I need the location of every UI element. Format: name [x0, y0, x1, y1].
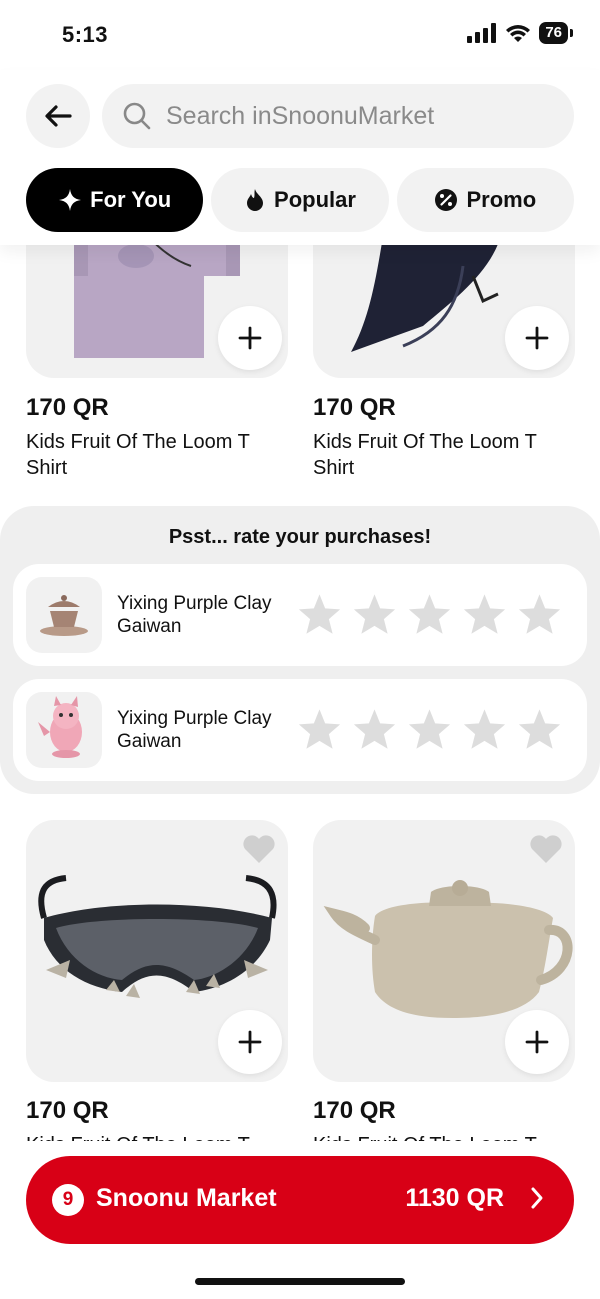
star-icon[interactable]: [462, 592, 507, 636]
product-card-image[interactable]: [313, 820, 575, 1082]
header: Search inSnoonuMarket For You Popular Pr…: [0, 70, 600, 245]
rate-item-name: Yixing Purple Clay Gaiwan: [117, 593, 272, 637]
rate-item-thumbnail: [26, 577, 102, 653]
wifi-icon: [506, 25, 531, 42]
cart-checkout-bar[interactable]: 9 Snoonu Market 1130 QR: [26, 1156, 574, 1244]
home-indicator: [195, 1278, 405, 1285]
favorite-button[interactable]: [242, 834, 276, 869]
plus-icon: [238, 326, 262, 350]
sparkle-icon: [59, 189, 82, 211]
plus-icon: [525, 326, 549, 350]
rate-item: Yixing Purple Clay Gaiwan: [13, 564, 587, 666]
product-price: 170 QR: [26, 394, 109, 421]
add-to-cart-button[interactable]: [218, 306, 282, 370]
arrow-left-icon: [45, 105, 72, 127]
chevron-right-icon: [531, 1187, 543, 1209]
product-card-image[interactable]: [26, 820, 288, 1082]
search-input[interactable]: Search inSnoonuMarket: [102, 84, 574, 148]
rate-item: Yixing Purple Clay Gaiwan: [13, 679, 587, 781]
star-icon[interactable]: [352, 592, 397, 636]
tab-popular[interactable]: Popular: [211, 168, 389, 232]
scroll-fade: [0, 1141, 600, 1156]
search-icon: [123, 102, 151, 130]
star-icon[interactable]: [517, 707, 562, 751]
store-name: Snoonu Market: [96, 1184, 277, 1212]
star-icon[interactable]: [352, 707, 397, 751]
rate-purchases-panel: Psst... rate your purchases! Yixing Purp…: [0, 506, 600, 794]
heart-icon: [243, 835, 275, 863]
star-icon[interactable]: [407, 707, 452, 751]
tab-label: For You: [90, 187, 172, 212]
pink-figure-image: [38, 696, 82, 758]
cart-total: 1130 QR: [405, 1184, 504, 1212]
back-button[interactable]: [26, 84, 90, 148]
favorite-button[interactable]: [529, 834, 563, 869]
add-to-cart-button[interactable]: [505, 306, 569, 370]
category-tabs: For You Popular Promo: [26, 168, 574, 232]
tab-for-you[interactable]: For You: [26, 168, 204, 232]
percent-icon: [435, 189, 458, 211]
add-to-cart-button[interactable]: [218, 1010, 282, 1074]
status-bar: 5:13 76: [0, 0, 600, 70]
product-price: 170 QR: [313, 1097, 396, 1124]
product-name: Kids Fruit Of The Loom T Shirt: [313, 431, 537, 479]
tab-label: Popular: [274, 187, 356, 212]
star-icon[interactable]: [297, 592, 342, 636]
rate-item-thumbnail: [26, 692, 102, 768]
tab-label: Promo: [466, 187, 537, 212]
flame-icon: [247, 189, 264, 211]
heart-icon: [530, 835, 562, 863]
search-placeholder: Search inSnoonuMarket: [166, 101, 435, 130]
product-name: Kids Fruit Of The Loom T Shirt: [26, 431, 250, 479]
product-price: 170 QR: [313, 394, 396, 421]
product-price: 170 QR: [26, 1097, 109, 1124]
status-time: 5:13: [62, 22, 109, 47]
gaiwan-image: [40, 595, 88, 636]
cellular-signal-icon: [467, 23, 497, 43]
star-rating: [297, 707, 562, 751]
status-icons: 76: [467, 22, 573, 44]
plus-icon: [525, 1030, 549, 1054]
add-to-cart-button[interactable]: [505, 1010, 569, 1074]
star-icon[interactable]: [407, 592, 452, 636]
star-icon[interactable]: [297, 707, 342, 751]
star-icon[interactable]: [462, 707, 507, 751]
plus-icon: [238, 1030, 262, 1054]
tab-promo[interactable]: Promo: [396, 168, 574, 232]
rate-item-name: Yixing Purple Clay Gaiwan: [117, 708, 272, 752]
rate-panel-title: Psst... rate your purchases!: [168, 526, 432, 548]
star-icon[interactable]: [517, 592, 562, 636]
cart-count-badge: 9: [52, 1184, 84, 1216]
star-rating: [297, 592, 562, 636]
battery-indicator: 76: [539, 22, 573, 44]
